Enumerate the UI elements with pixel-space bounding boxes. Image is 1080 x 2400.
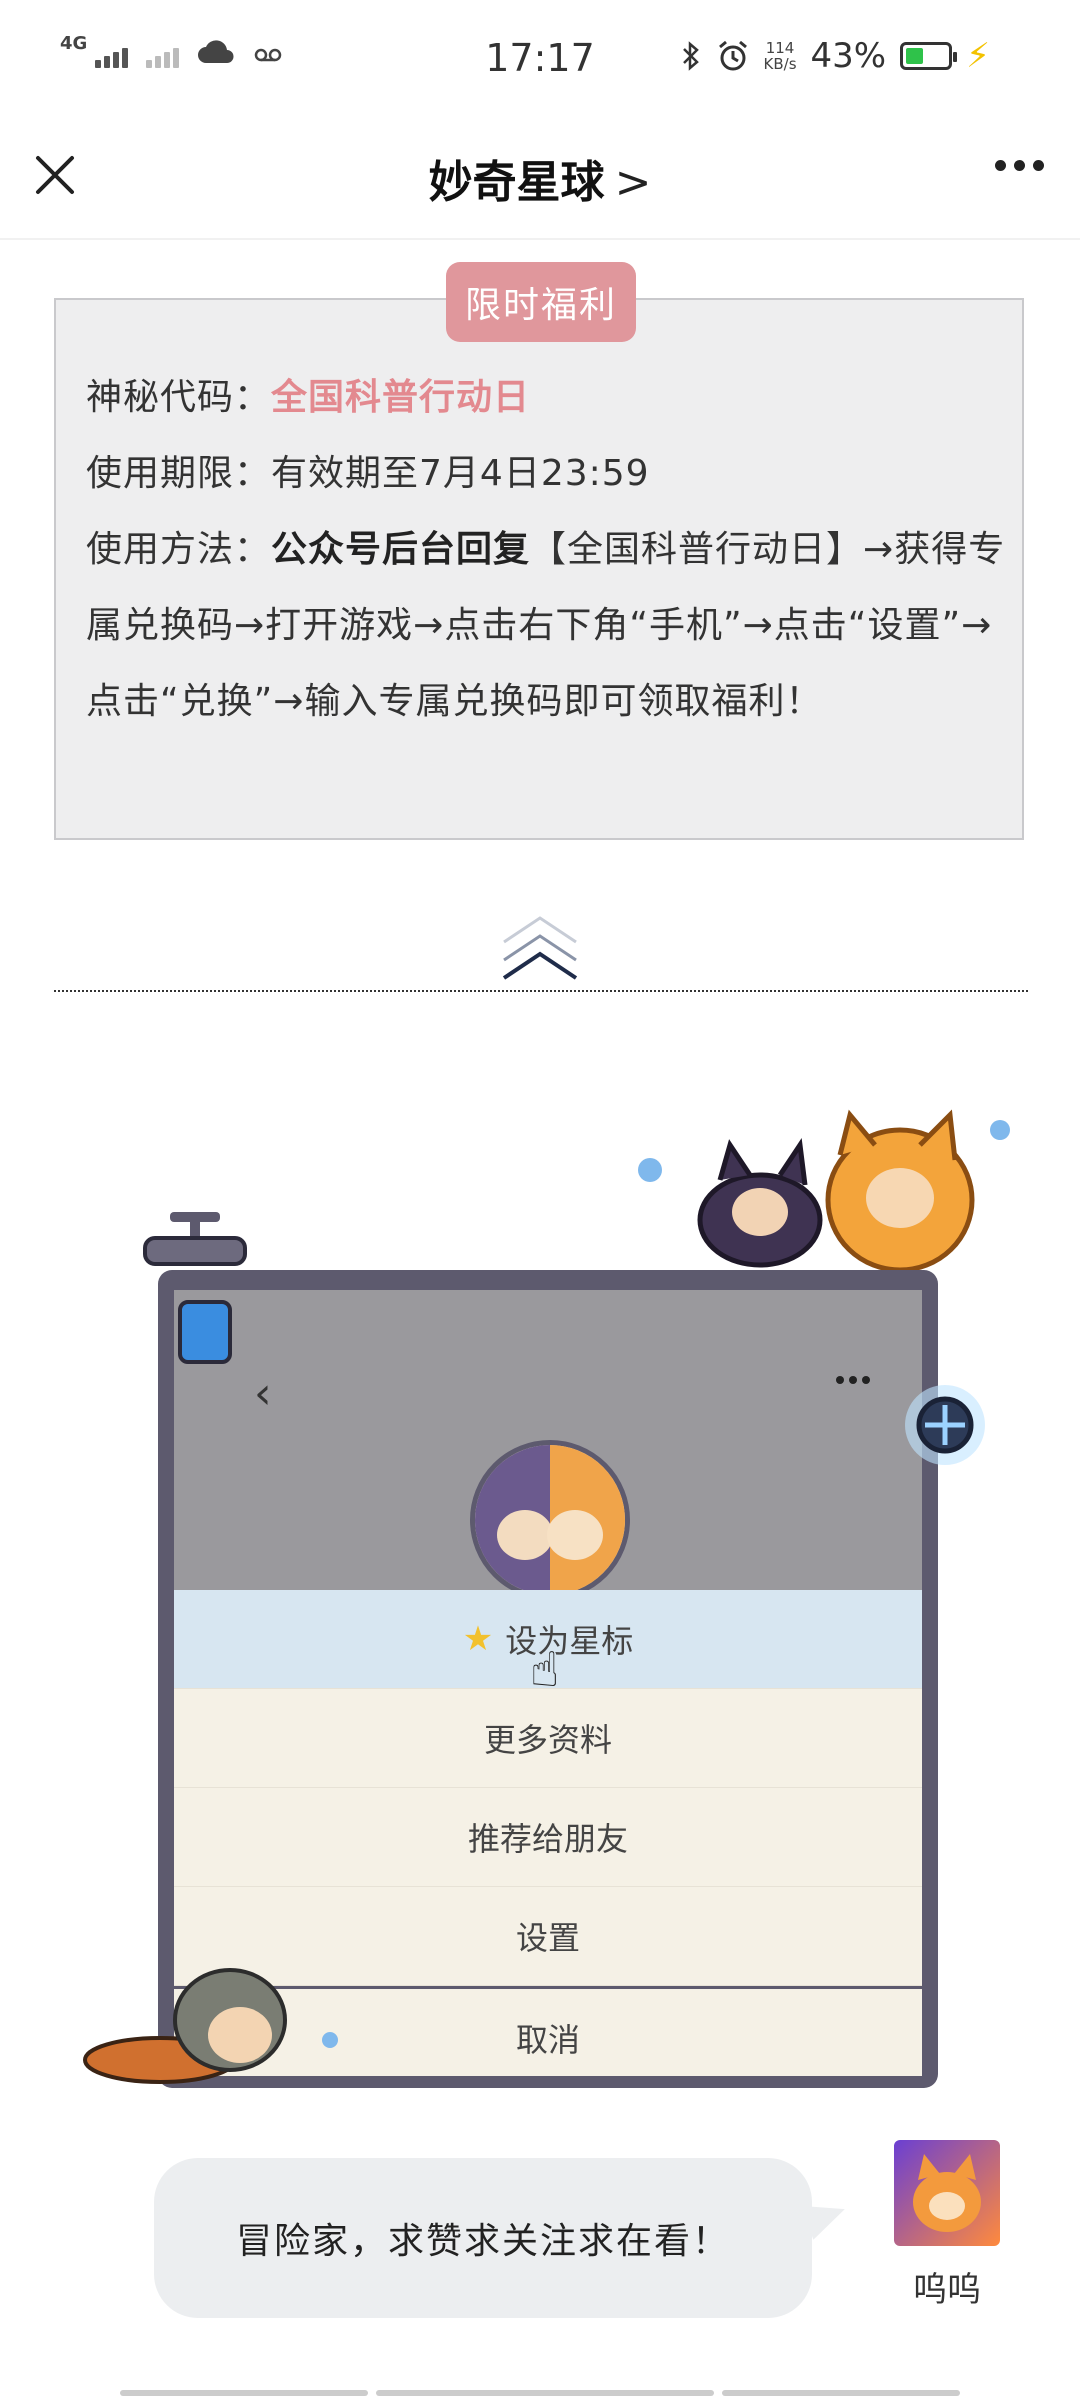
valve-knob-icon bbox=[143, 1212, 247, 1266]
back-icon: ‹ bbox=[254, 1368, 272, 1419]
more-dots-icon bbox=[836, 1376, 870, 1384]
dotted-divider bbox=[54, 990, 1028, 992]
author-name: 呜呜 bbox=[913, 2270, 981, 2310]
period-line: 使用期限：有效期至7月4日23:59 bbox=[86, 436, 1006, 512]
method-label: 使用方法： bbox=[86, 529, 272, 570]
cat-mascot-icon bbox=[913, 2154, 981, 2232]
battery-icon bbox=[900, 42, 958, 70]
adventurer-character-icon bbox=[83, 1968, 338, 2084]
promo-body: 神秘代码：全国科普行动日 使用期限：有效期至7月4日23:59 使用方法：公众号… bbox=[86, 360, 1006, 740]
account-name: 妙奇星球 bbox=[428, 157, 605, 208]
comment-bubble: 冒险家，求赞求关注求在看！ bbox=[154, 2158, 812, 2318]
pointer-hand-icon: ☝ bbox=[530, 1642, 560, 1698]
speed-unit: KB/s bbox=[763, 55, 797, 73]
speed-value: 114 bbox=[765, 39, 795, 57]
charging-icon: ⚡ bbox=[966, 36, 990, 76]
bottom-indicator bbox=[120, 2390, 960, 2396]
profile-avatar bbox=[470, 1440, 630, 1600]
menu-item-label: 设置 bbox=[515, 1919, 580, 1957]
account-title[interactable]: 妙奇星球 > bbox=[0, 146, 1080, 210]
chevron-right-icon: > bbox=[614, 157, 652, 208]
promo-card: 神秘代码：全国科普行动日 使用期限：有效期至7月4日23:59 使用方法：公众号… bbox=[54, 298, 1024, 840]
chevrons-up-icon bbox=[502, 916, 578, 980]
code-value: 全国科普行动日 bbox=[271, 377, 531, 418]
menu-item-recommend[interactable]: 推荐给朋友 bbox=[174, 1788, 922, 1887]
tutorial-illustration: ‹ ★ 设为星标 更多资料 推荐给朋友 设置 取消 ☝ bbox=[80, 1100, 1020, 2100]
more-icon[interactable] bbox=[995, 160, 1044, 171]
comment-text: 冒险家，求赞求关注求在看！ bbox=[235, 2221, 730, 2262]
phone-screen: ‹ ★ 设为星标 更多资料 推荐给朋友 设置 取消 ☝ bbox=[174, 1290, 922, 2076]
nav-bar: 妙奇星球 > bbox=[0, 120, 1080, 240]
menu-item-label: 取消 bbox=[515, 2021, 580, 2059]
menu-item-label: 设为星标 bbox=[505, 1622, 634, 1660]
code-label: 神秘代码： bbox=[86, 377, 272, 418]
period-label: 使用期限： bbox=[86, 453, 272, 494]
star-icon: ★ bbox=[462, 1619, 494, 1659]
method-line: 使用方法：公众号后台回复【全国科普行动日】→获得专属兑换码→打开游戏→点击右下角… bbox=[86, 512, 1006, 740]
bluetooth-icon bbox=[682, 41, 699, 71]
network-speed: 114 KB/s bbox=[764, 40, 797, 72]
alarm-icon bbox=[718, 40, 747, 71]
menu-item-label: 更多资料 bbox=[483, 1721, 612, 1759]
method-bold: 公众号后台回复 bbox=[271, 529, 531, 570]
period-value: 有效期至7月4日23:59 bbox=[271, 453, 650, 494]
author-avatar[interactable] bbox=[894, 2140, 1000, 2246]
cats-icon bbox=[638, 1109, 1010, 1273]
status-right: 114 KB/s 43% ⚡ bbox=[680, 36, 990, 76]
blue-gem-icon bbox=[178, 1300, 232, 1364]
code-line: 神秘代码：全国科普行动日 bbox=[86, 360, 1006, 436]
battery-fill bbox=[906, 48, 924, 64]
menu-item-label: 推荐给朋友 bbox=[467, 1820, 628, 1858]
promo-tag: 限时福利 bbox=[446, 262, 636, 342]
menu-item-more-info[interactable]: 更多资料 bbox=[174, 1689, 922, 1788]
cat-avatar-icon bbox=[475, 1445, 625, 1595]
battery-percent: 43% bbox=[810, 36, 887, 76]
status-bar: 4G 17:17 114 KB/s 43% ⚡ bbox=[0, 0, 1080, 120]
crosshair-valve-icon bbox=[905, 1385, 985, 1465]
